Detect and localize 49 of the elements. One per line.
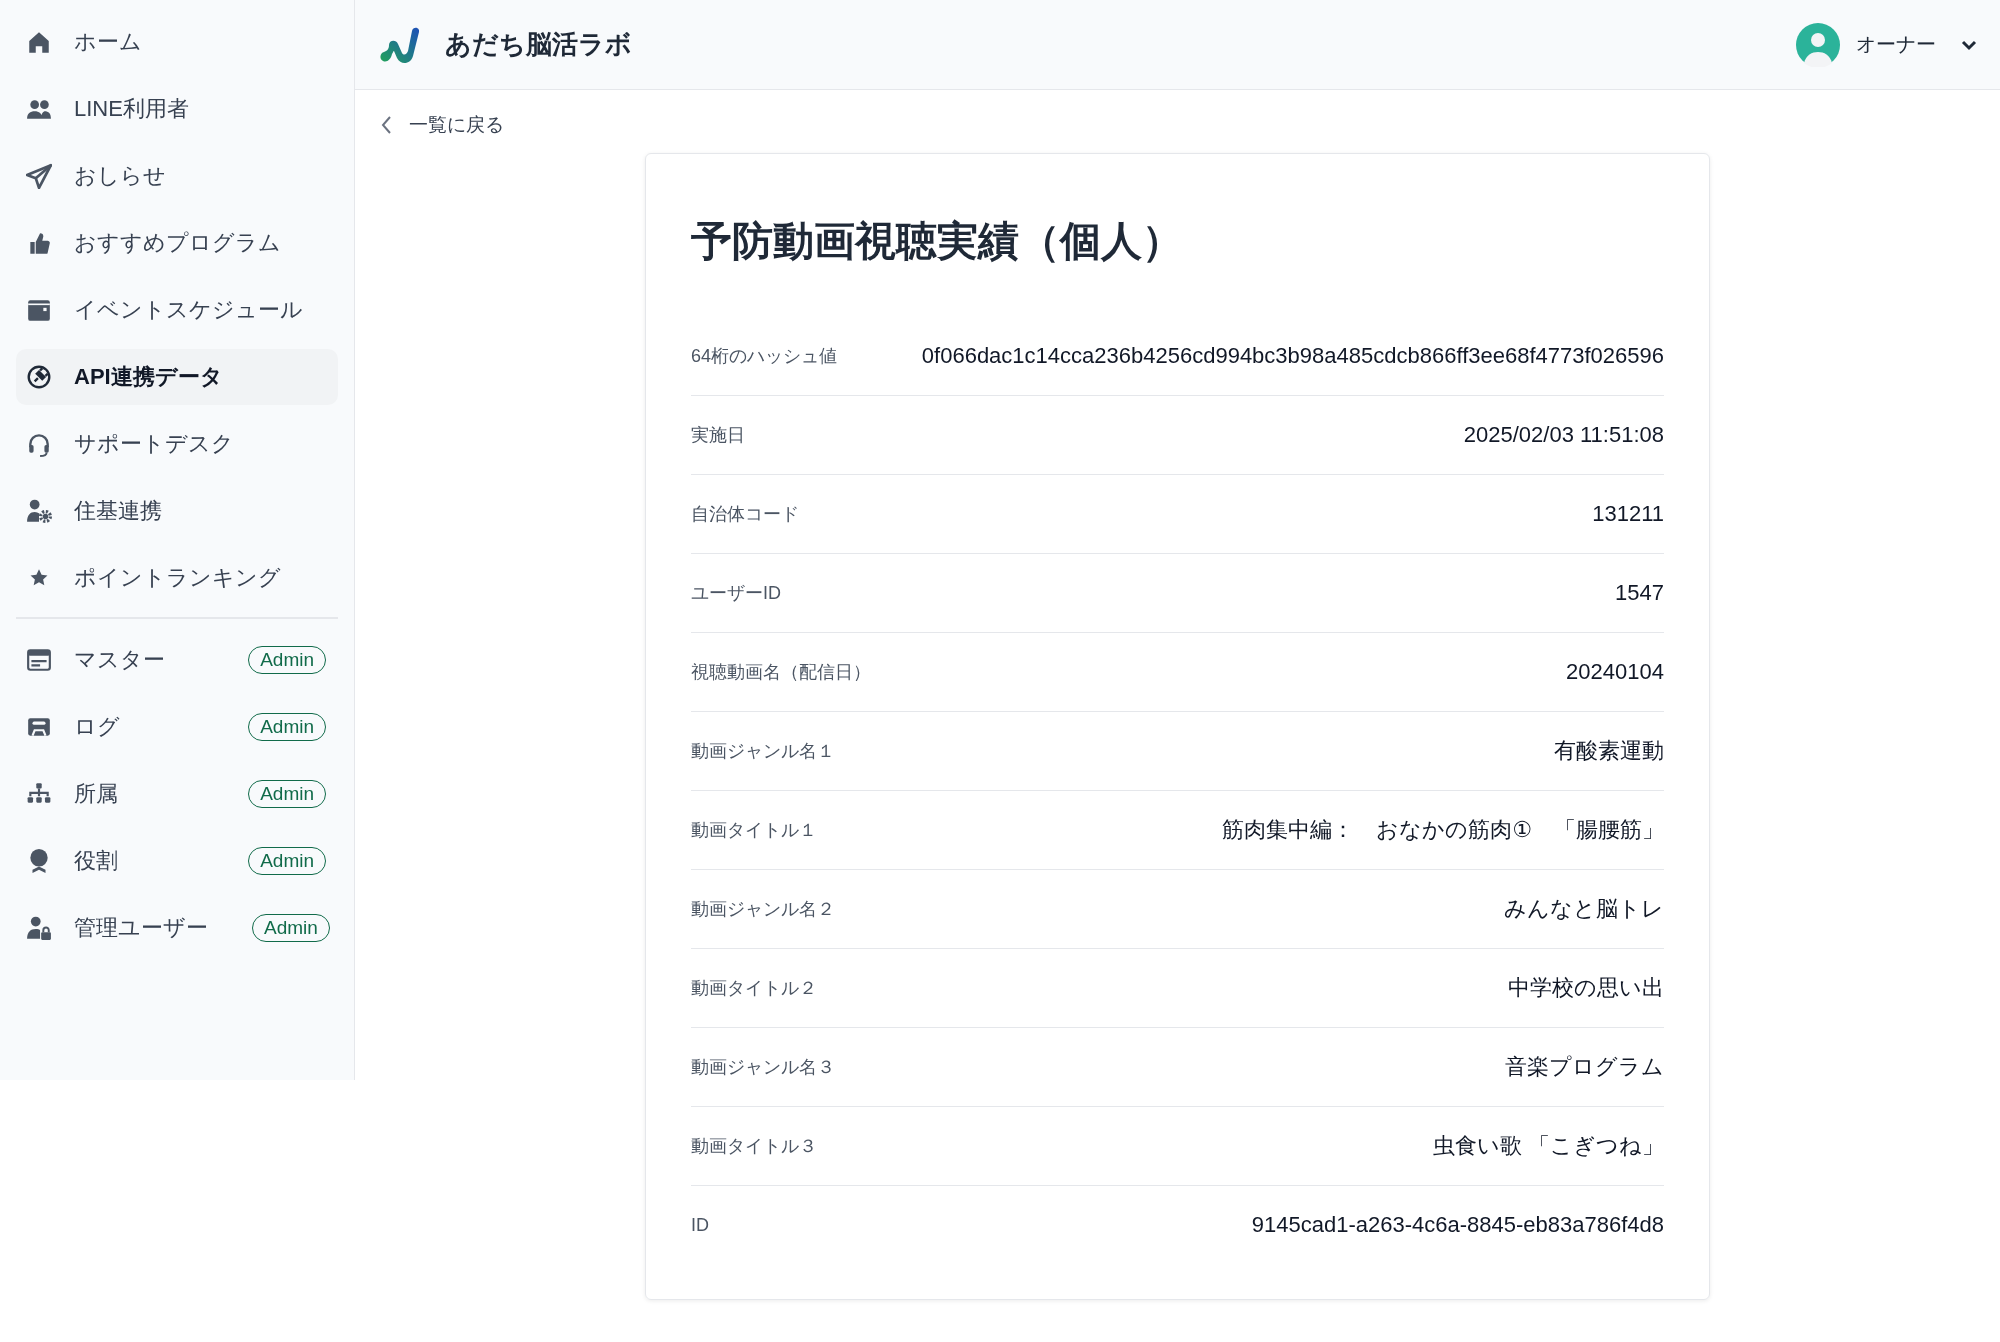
sidebar-item[interactable]: 管理ユーザー Admin xyxy=(16,900,338,956)
back-link-label[interactable]: 一覧に戻る xyxy=(409,112,504,138)
field-label: 動画タイトル１ xyxy=(691,819,817,842)
sidebar-item[interactable]: 役割 Admin xyxy=(16,833,338,889)
sidebar-item[interactable]: おしらせ xyxy=(16,148,338,204)
field-label: 動画ジャンル名１ xyxy=(691,740,835,763)
field-label: ユーザーID xyxy=(691,582,781,605)
field-value: 131211 xyxy=(1592,501,1664,527)
paper-plane-icon xyxy=(26,163,52,189)
field-value: 音楽プログラム xyxy=(1505,1053,1664,1081)
field-value: 中学校の思い出 xyxy=(1508,974,1664,1002)
field-value: 2025/02/03 11:51:08 xyxy=(1463,422,1664,448)
sidebar-item[interactable]: ホーム xyxy=(16,14,338,70)
field-label: 自治体コード xyxy=(691,503,799,526)
sidebar-item[interactable]: ログ Admin xyxy=(16,699,338,755)
sidebar-item[interactable]: おすすめプログラム xyxy=(16,215,338,271)
field-label: 64桁のハッシュ値 xyxy=(691,345,838,368)
sidebar-item[interactable]: API連携データ xyxy=(16,349,338,405)
sidebar-item[interactable]: イベントスケジュール xyxy=(16,282,338,338)
field-value: みんなと脳トレ xyxy=(1504,895,1664,923)
field-label: ID xyxy=(691,1214,709,1236)
field-value: 20240104 xyxy=(1566,659,1664,685)
page-title: 予防動画視聴実績（個人） xyxy=(691,217,1184,266)
sidebar-item[interactable]: サポートデスク xyxy=(16,416,338,472)
back-link[interactable]: 一覧に戻る xyxy=(379,112,504,138)
sidebar-item[interactable]: 所属 Admin xyxy=(16,766,338,822)
user-name[interactable]: オーナー xyxy=(1856,31,1936,58)
field-label: 動画タイトル３ xyxy=(691,1135,817,1158)
sidebar-item[interactable]: ポイントランキング xyxy=(16,550,338,606)
user-lock-icon xyxy=(26,915,52,941)
user-gear-icon xyxy=(26,498,52,524)
field-label: 動画ジャンル名３ xyxy=(691,1056,835,1079)
field-value: 9145cad1-a263-4c6a-8845-eb83a786f4d8 xyxy=(1251,1212,1664,1238)
calendar-icon xyxy=(26,297,52,323)
field-label: 動画タイトル２ xyxy=(691,977,817,1000)
field-value: 0f066dac1c14cca236b4256cd994bc3b98a485cdcb866ff3ee68f4773f026596 xyxy=(921,343,1664,369)
sidebar-item[interactable]: 住基連携 xyxy=(16,483,338,539)
field-label: 動画ジャンル名２ xyxy=(691,898,835,921)
field-value: 1547 xyxy=(1615,580,1664,606)
field-label: 視聴動画名（配信日） xyxy=(691,661,871,684)
sidebar-item[interactable]: LINE利用者 xyxy=(16,81,338,137)
field-label: 実施日 xyxy=(691,424,745,447)
field-value: 虫食い歌 「こぎつね」 xyxy=(1432,1132,1664,1160)
headset-icon xyxy=(26,431,52,457)
server-icon xyxy=(26,647,52,673)
field-value: 有酸素運動 xyxy=(1554,737,1664,765)
field-value: 筋肉集中編： おなかの筋肉① 「腸腰筋」 xyxy=(1222,816,1664,844)
app-name: あだち脳活ラボ xyxy=(445,28,632,61)
sidebar-item[interactable]: マスター Admin xyxy=(16,632,338,688)
